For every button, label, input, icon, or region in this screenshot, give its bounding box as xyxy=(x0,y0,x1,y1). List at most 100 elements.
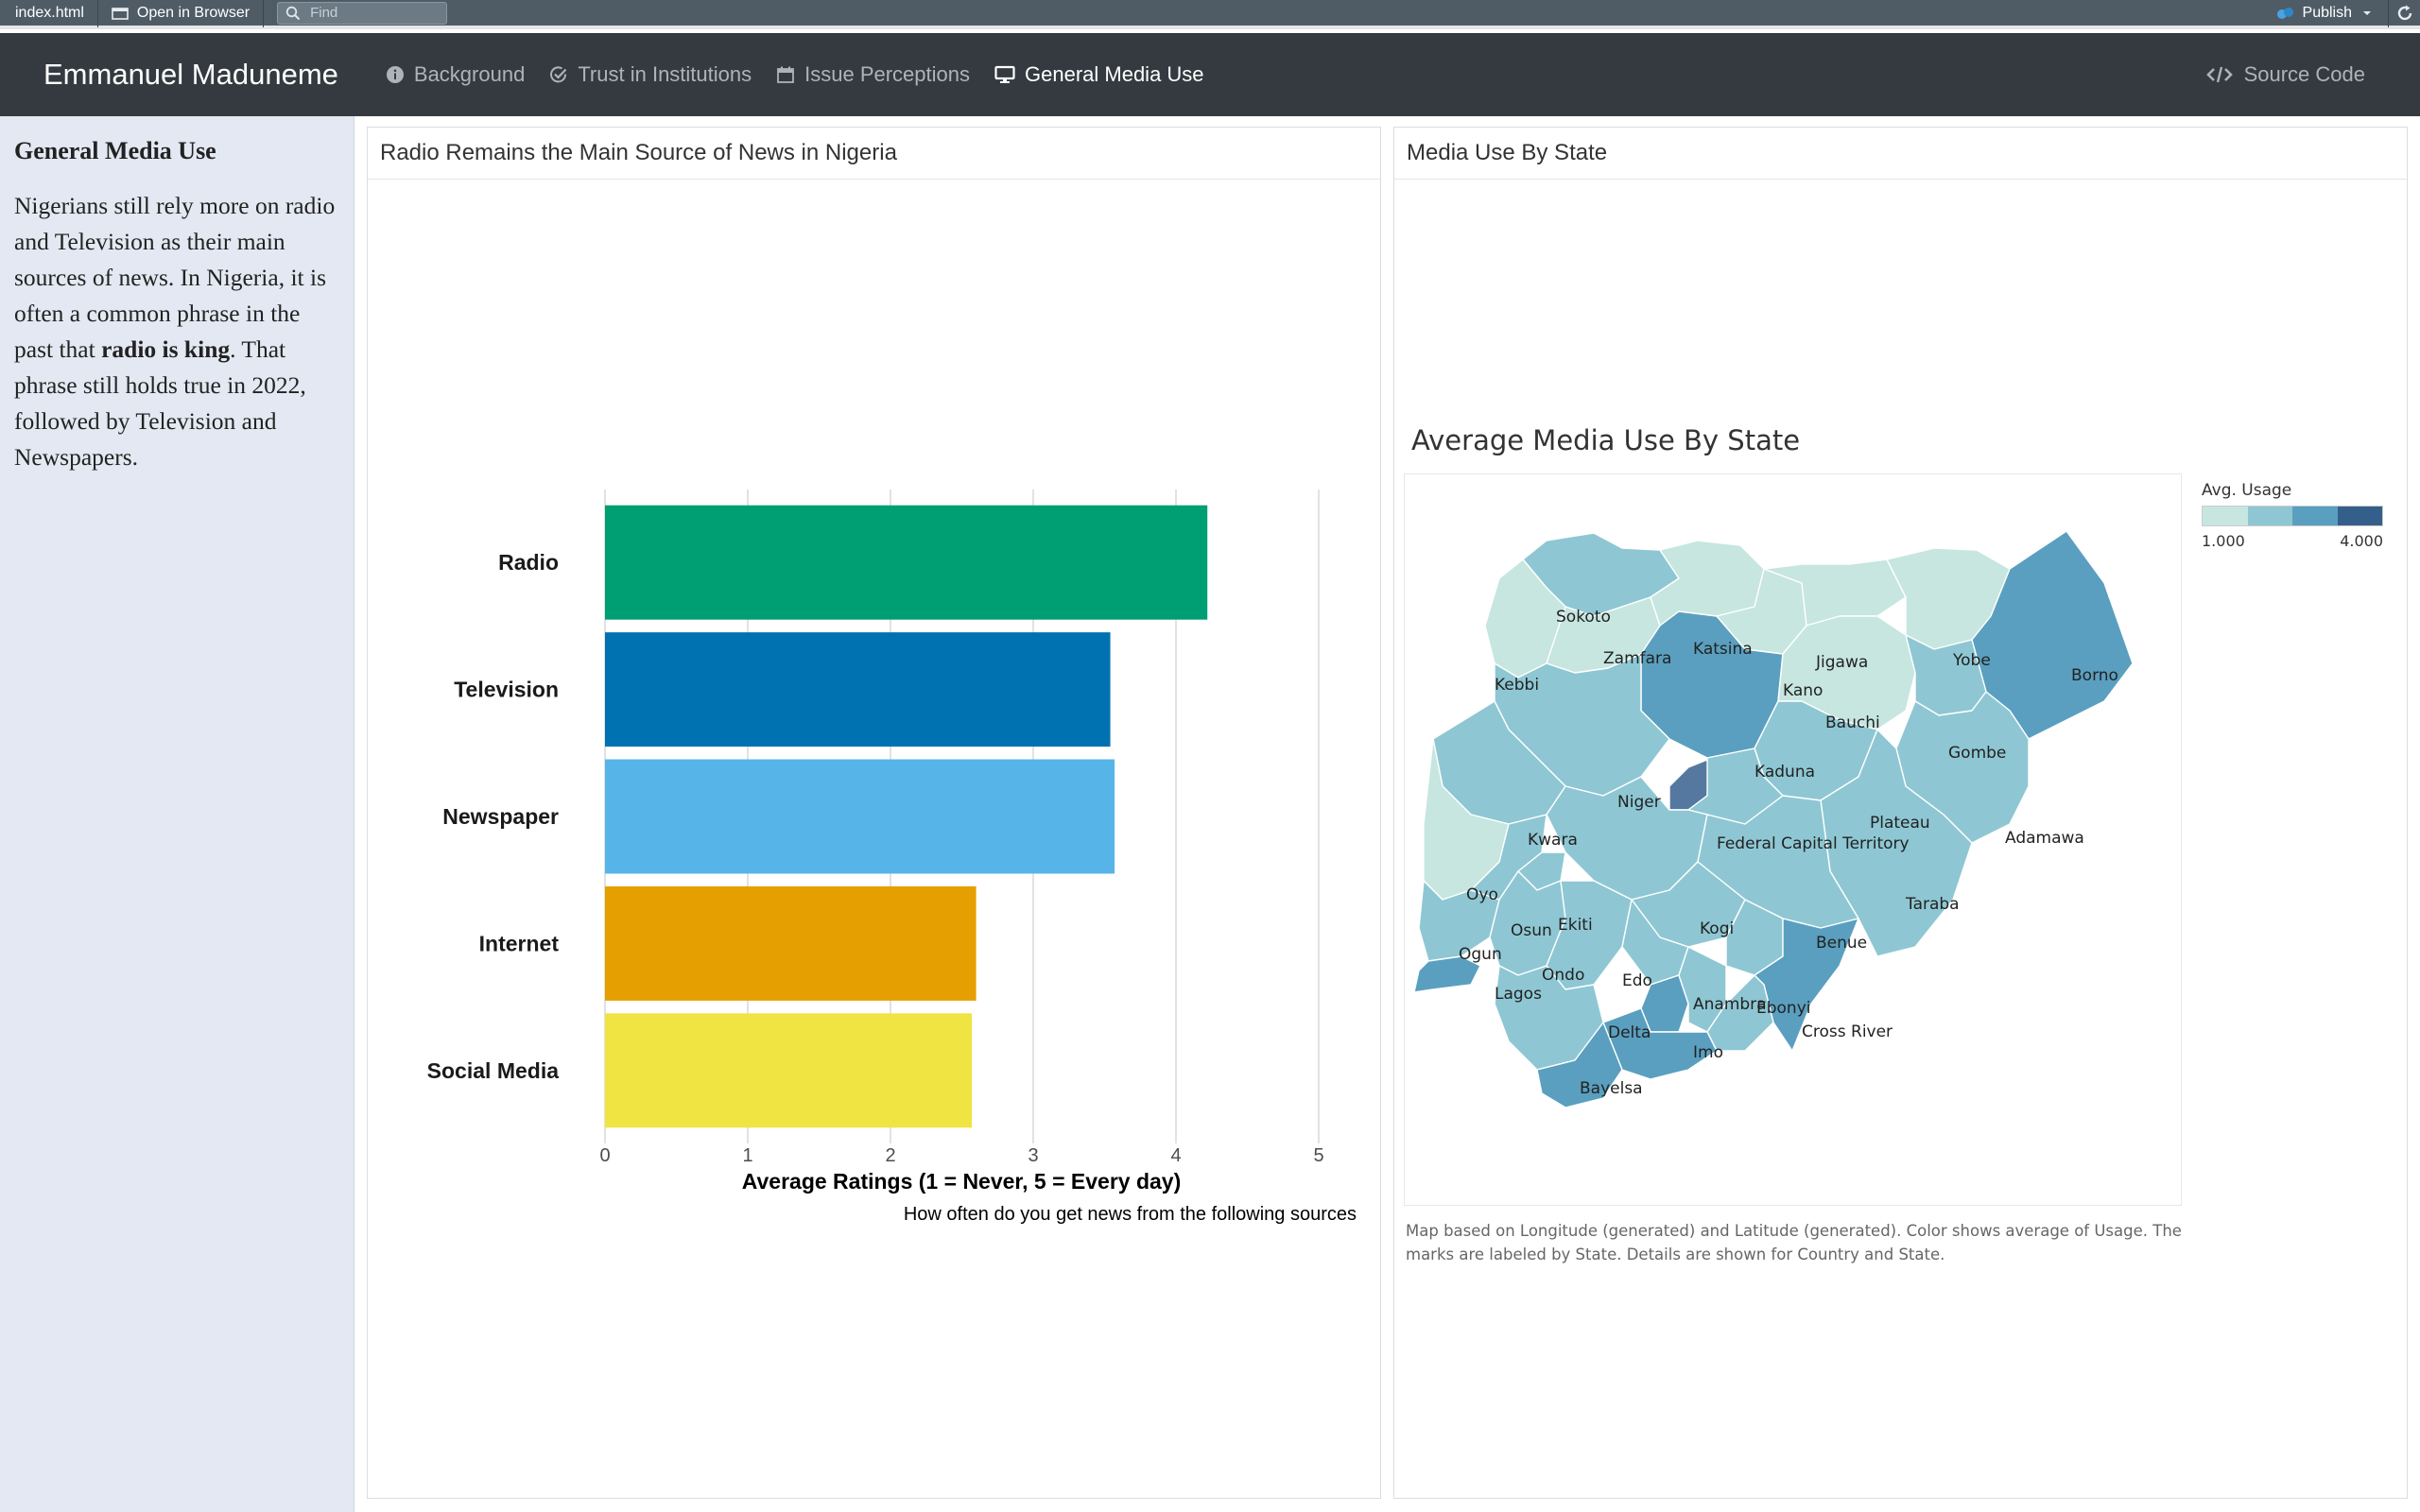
state-label: Gombe xyxy=(1948,744,2006,763)
source-code-label: Source Code xyxy=(2243,62,2365,86)
x-tick-label: 4 xyxy=(1170,1145,1181,1166)
bar-internet xyxy=(605,885,977,1001)
state-label: Osun xyxy=(1511,921,1552,940)
publish-label: Publish xyxy=(2302,4,2352,21)
nav-tab-trust-label: Trust in Institutions xyxy=(578,62,752,86)
info-circle-icon xyxy=(386,66,404,83)
state-label: Federal Capital Territory xyxy=(1717,834,1910,853)
state-label: Delta xyxy=(1608,1023,1651,1042)
check-circle-icon xyxy=(550,66,567,83)
bar-social-media xyxy=(605,1013,973,1128)
map-frame[interactable]: Sokoto Zamfara Katsina Jigawa Yobe Borno Kebbi… xyxy=(1404,473,2182,1206)
state-label: Edo xyxy=(1622,971,1652,990)
state-label: Niger xyxy=(1617,793,1661,812)
nav-tab-media-label: General Media Use xyxy=(1025,62,1204,86)
state-label: Bayelsa xyxy=(1580,1079,1643,1098)
sidebar: General Media Use Nigerians still rely m… xyxy=(0,116,354,1512)
state-label: Lagos xyxy=(1495,985,1542,1004)
x-tick-label: 5 xyxy=(1313,1145,1323,1166)
open-in-browser-button[interactable]: Open in Browser xyxy=(98,0,265,27)
find-input[interactable]: Find xyxy=(277,1,448,25)
state-label: Oyo xyxy=(1466,885,1498,904)
publish-button[interactable]: Publish xyxy=(2261,5,2388,22)
legend-swatch xyxy=(2337,507,2382,525)
state-label: Kaduna xyxy=(1754,763,1815,782)
state-label: Ogun xyxy=(1459,945,1502,964)
legend-title: Avg. Usage xyxy=(2202,481,2292,500)
map-caption: Map based on Longitude (generated) and L… xyxy=(1406,1222,2182,1263)
state-label: Kwara xyxy=(1528,831,1578,850)
nigeria-map[interactable]: Sokoto Zamfara Katsina Jigawa Yobe Borno Kebbi… xyxy=(1405,474,2183,1207)
x-tick-label: 2 xyxy=(885,1145,895,1166)
chevron-down-icon xyxy=(2363,10,2371,15)
state-label: Ekiti xyxy=(1558,916,1593,935)
state-label: Katsina xyxy=(1693,640,1753,659)
state-label: Kogi xyxy=(1700,919,1734,938)
sidebar-text: Nigerians still rely more on radio and T… xyxy=(14,188,339,475)
refresh-icon xyxy=(2397,5,2411,20)
state-label: Bauchi xyxy=(1825,713,1880,732)
state-label: Benue xyxy=(1816,934,1867,953)
open-in-browser-label: Open in Browser xyxy=(136,4,251,21)
state-label: Yobe xyxy=(1952,651,1991,670)
bar-newspaper xyxy=(605,759,1115,874)
nav-tab-trust-in-institutions[interactable]: Trust in Institutions xyxy=(549,62,752,87)
refresh-button[interactable] xyxy=(2388,0,2420,27)
viewer-toolbar: index.html Open in Browser Find Publish xyxy=(0,0,2420,29)
sidebar-title: General Media Use xyxy=(14,137,216,164)
state-label: Kano xyxy=(1783,681,1823,700)
category-label: Television xyxy=(454,678,559,702)
category-label: Radio xyxy=(498,550,559,575)
bar-chart: 0 1 2 3 4 5 Radio Television Newspaper Internet So… xyxy=(427,490,1357,1225)
map-legend: Avg. Usage 1.000 4.000 xyxy=(2202,481,2383,550)
code-icon xyxy=(2205,66,2233,83)
map-title: Average Media Use By State xyxy=(1411,424,1801,456)
x-tick-label: 3 xyxy=(1028,1145,1038,1166)
chart-caption: How often do you get news from the follo… xyxy=(904,1204,1357,1225)
state-label: Adamawa xyxy=(2005,829,2084,848)
category-label: Social Media xyxy=(427,1058,560,1083)
category-label: Newspaper xyxy=(442,804,559,829)
state-label: Cross River xyxy=(1802,1022,1893,1041)
file-tab[interactable]: index.html xyxy=(0,0,98,27)
state-label: Ebonyi xyxy=(1756,999,1811,1018)
x-tick-label: 0 xyxy=(599,1145,610,1166)
state-label: Sokoto xyxy=(1556,608,1611,627)
source-code-link[interactable]: Source Code xyxy=(2205,62,2365,87)
nav-tab-issue-perceptions[interactable]: Issue Perceptions xyxy=(776,62,970,87)
state-label: Zamfara xyxy=(1603,649,1671,668)
search-icon xyxy=(285,6,301,20)
browser-icon xyxy=(112,7,129,20)
x-tick-label: 1 xyxy=(742,1145,752,1166)
dashboard-navbar: Emmanuel Maduneme Background Trust in In… xyxy=(0,33,2420,116)
nav-tab-background-label: Background xyxy=(413,62,526,86)
state-label: Ondo xyxy=(1542,966,1584,985)
bar-radio xyxy=(605,505,1208,620)
sidebar-text-bold: radio is king xyxy=(101,335,231,363)
x-axis-title: Average Ratings (1 = Never, 5 = Every da… xyxy=(742,1169,1182,1194)
brand-title[interactable]: Emmanuel Maduneme xyxy=(43,58,338,92)
legend-swatch xyxy=(2203,507,2248,525)
legend-swatch xyxy=(2247,507,2292,525)
map-panel-title: Media Use By State xyxy=(1394,128,2407,180)
state-label: Plateau xyxy=(1870,814,1930,833)
nav-tab-general-media-use[interactable]: General Media Use xyxy=(994,62,1204,87)
publish-icon xyxy=(2276,7,2293,19)
calendar-icon xyxy=(777,66,795,83)
chart-panel: Radio Remains the Main Source of News in… xyxy=(367,127,1381,1499)
legend-max: 4.000 xyxy=(2340,532,2383,550)
find-placeholder: Find xyxy=(310,5,338,21)
monitor-icon xyxy=(994,65,1015,83)
state-label: Kebbi xyxy=(1495,676,1539,695)
state-label: Anambra xyxy=(1693,995,1767,1014)
legend-min: 1.000 xyxy=(2202,532,2245,550)
state-label: Imo xyxy=(1693,1043,1723,1062)
state-label: Borno xyxy=(2071,666,2118,685)
state-label: Jigawa xyxy=(1815,653,1868,672)
state-label: Taraba xyxy=(1905,895,1960,914)
nav-tab-background[interactable]: Background xyxy=(386,62,525,87)
file-tab-label: index.html xyxy=(15,4,84,21)
legend-swatch xyxy=(2292,507,2338,525)
legend-color-bar xyxy=(2202,506,2383,526)
category-label: Internet xyxy=(479,931,560,955)
